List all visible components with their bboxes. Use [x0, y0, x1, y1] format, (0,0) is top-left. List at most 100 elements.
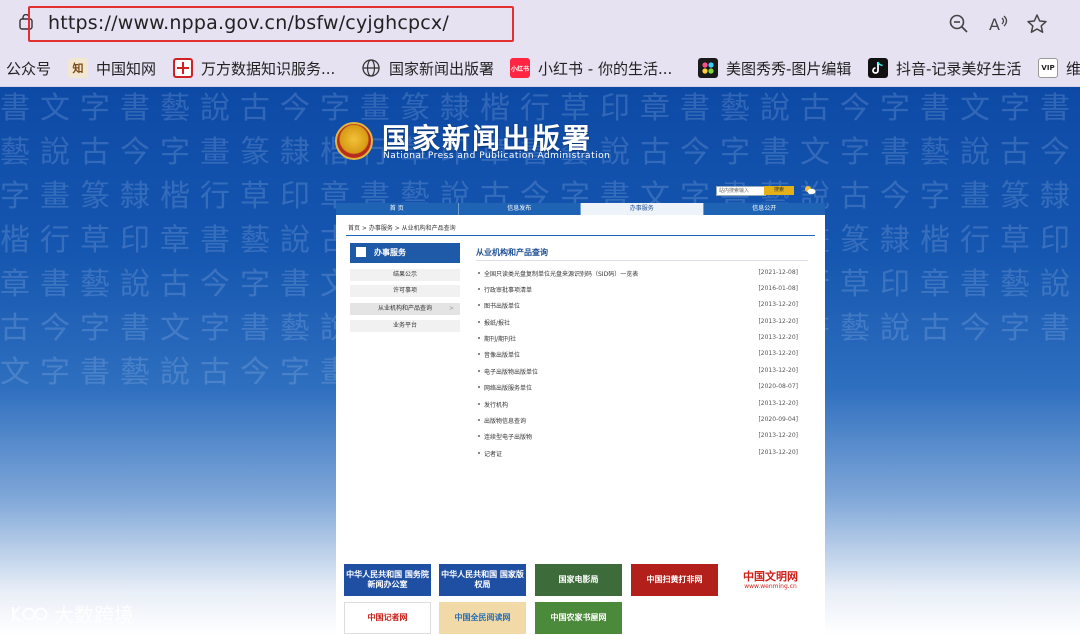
footer-link-film[interactable]: 国家电影局 [535, 564, 622, 596]
list-item-title[interactable]: 全国只读类光盘复制单位光盘来源识别码（SID码）一览表 [484, 269, 638, 278]
footer-link-copyright[interactable]: 中华人民共和国 国家版权局 [439, 564, 526, 596]
meitu-icon [698, 58, 718, 78]
list-item-title[interactable]: 出版物信息查询 [484, 416, 526, 425]
main-nav: 首 页 信息发布 办事服务 信息公开 [336, 203, 825, 215]
list-item[interactable]: 期刊/期刊社 [2013-12-20] [476, 334, 808, 344]
list-item-date: [2021-12-08] [758, 269, 798, 276]
list-item[interactable]: 出版物信息查询 [2020-09-04] [476, 416, 808, 426]
bookmark-label: 美图秀秀-图片编辑 [726, 59, 852, 78]
list-item[interactable]: 电子出版物出版单位 [2013-12-20] [476, 367, 808, 377]
nav-home[interactable]: 首 页 [336, 203, 459, 215]
list-item-date: [2013-12-20] [758, 301, 798, 308]
bookmark-item[interactable]: 美图秀秀-图片编辑 [698, 50, 851, 86]
list-item-date: [2013-12-20] [758, 318, 798, 325]
breadcrumb[interactable]: 首页 > 办事服务 > 从业机构和产品查询 [348, 223, 456, 232]
xiaohongshu-icon: 小红书 [510, 58, 530, 78]
list-item[interactable]: 行政审批事项清单 [2016-01-08] [476, 285, 808, 295]
bookmark-label: 国家新闻出版署 [389, 59, 495, 78]
favorite-star-icon[interactable] [1026, 13, 1048, 35]
footer-link-reading[interactable]: 中国全民阅读网 [439, 602, 526, 634]
bookmark-item[interactable]: 公众号 [6, 50, 51, 86]
bullet-icon [478, 386, 480, 388]
list-item-date: [2016-01-08] [758, 285, 798, 292]
sidebar-item-results[interactable]: 结果公示 [350, 269, 460, 281]
web-page: 書文字書藝說古今字畫篆隸楷行草印章書藝說古今字書文字書藝說古今字畫篆隸楷行草印章… [0, 87, 1080, 635]
list-item[interactable]: 发行机构 [2013-12-20] [476, 400, 808, 410]
wanfang-icon [173, 58, 193, 78]
list-item[interactable]: 图书出版单位 [2013-12-20] [476, 301, 808, 311]
sidebar-item-query[interactable]: 从业机构和产品查询 > [350, 303, 460, 315]
footer-link-journalist[interactable]: 中国记者网 [344, 602, 431, 634]
svg-text:A: A [989, 15, 1000, 34]
bookmark-item[interactable]: 小红书 小红书 - 你的生活... [510, 50, 672, 86]
nav-services[interactable]: 办事服务 [581, 203, 704, 215]
bullet-icon [478, 321, 480, 323]
list-item-date: [2020-09-04] [758, 416, 798, 423]
bullet-icon [478, 452, 480, 454]
list-item-title[interactable]: 记者证 [484, 449, 502, 458]
cnki-icon: 知 [68, 58, 88, 78]
bookmark-label: 公众号 [6, 59, 52, 78]
list-item[interactable]: 音像出版单位 [2013-12-20] [476, 350, 808, 360]
list-item-date: [2013-12-20] [758, 350, 798, 357]
bullet-icon [478, 337, 480, 339]
list-item-title[interactable]: 行政审批事项清单 [484, 285, 532, 294]
chevron-right-icon: > [448, 305, 454, 312]
read-aloud-icon[interactable]: A [988, 13, 1010, 35]
list-item-date: [2013-12-20] [758, 400, 798, 407]
bullet-icon [478, 419, 480, 421]
bookmark-item[interactable]: 万方数据知识服务... [173, 50, 335, 86]
globe-icon [362, 59, 380, 77]
list-item-title[interactable]: 网络出版服务单位 [484, 383, 532, 392]
list-item[interactable]: 连续型电子出版物 [2013-12-20] [476, 432, 808, 442]
bullet-icon [478, 272, 480, 274]
zoom-out-icon[interactable] [948, 13, 970, 35]
nav-news[interactable]: 信息发布 [459, 203, 581, 215]
list-item-date: [2013-12-20] [758, 334, 798, 341]
list-item-date: [2013-12-20] [758, 367, 798, 374]
bookmark-label: 小红书 - 你的生活... [538, 59, 673, 78]
list-item-title[interactable]: 报纸/报社 [484, 318, 510, 327]
footer-link-shdf[interactable]: 中国扫黄打非网 [631, 564, 718, 596]
bookmark-label: 抖音-记录美好生活 [896, 59, 1022, 78]
list-item-date: [2013-12-20] [758, 449, 798, 456]
list-item-title[interactable]: 发行机构 [484, 400, 508, 409]
list-item-title[interactable]: 期刊/期刊社 [484, 334, 516, 343]
sidebar-item-permits[interactable]: 许可事项 [350, 285, 460, 297]
site-search-button[interactable]: 搜索 [764, 186, 794, 195]
bullet-icon [478, 288, 480, 290]
list-item[interactable]: 全国只读类光盘复制单位光盘来源识别码（SID码）一览表 [2021-12-08] [476, 269, 808, 279]
list-item-title[interactable]: 图书出版单位 [484, 301, 520, 310]
sidebar-item-platform[interactable]: 业务平台 [350, 320, 460, 332]
footer-link-bookhouse[interactable]: 中国农家书屋网 [535, 602, 622, 634]
bullet-icon [478, 304, 480, 306]
address-bar: https://www.nppa.gov.cn/bsfw/cyjghcpcx/ … [0, 0, 1080, 50]
list-item[interactable]: 记者证 [2013-12-20] [476, 449, 808, 459]
bookmark-item[interactable]: 国家新闻出版署 [361, 50, 494, 86]
sidebar-title-icon [356, 246, 366, 257]
footer-link-wenming[interactable]: 中国文明网 www.wenming.cn [727, 564, 814, 596]
list-item-title[interactable]: 连续型电子出版物 [484, 432, 532, 441]
list-item[interactable]: 网络出版服务单位 [2020-08-07] [476, 383, 808, 393]
site-subtitle: National Press and Publication Administr… [383, 151, 611, 161]
bookmark-item[interactable]: VIP 维 [1038, 50, 1080, 86]
bookmark-label: 中国知网 [96, 59, 157, 78]
weather-icon [805, 186, 816, 195]
nav-disclosure[interactable]: 信息公开 [704, 203, 826, 215]
url-input[interactable]: https://www.nppa.gov.cn/bsfw/cyjghcpcx/ [48, 12, 449, 34]
bookmark-item[interactable]: 抖音-记录美好生活 [868, 50, 1021, 86]
list-title: 从业机构和产品查询 [476, 248, 548, 257]
vip-icon: VIP [1038, 58, 1058, 78]
site-search-input[interactable]: 站内搜索输入 [716, 186, 766, 196]
list-item-title[interactable]: 电子出版物出版单位 [484, 367, 538, 376]
list-item[interactable]: 报纸/报社 [2013-12-20] [476, 318, 808, 328]
wenming-label: 中国文明网 [743, 569, 798, 583]
bullet-icon [478, 435, 480, 437]
national-emblem-icon [335, 122, 373, 160]
footer-link-scio[interactable]: 中华人民共和国 国务院新闻办公室 [344, 564, 431, 596]
bookmark-item[interactable]: 知 中国知网 [68, 50, 156, 86]
list-item-title[interactable]: 音像出版单位 [484, 350, 520, 359]
list-item-date: [2020-08-07] [758, 383, 798, 390]
list-divider [476, 260, 808, 261]
watermark-text: 大数跨境 [54, 603, 134, 627]
